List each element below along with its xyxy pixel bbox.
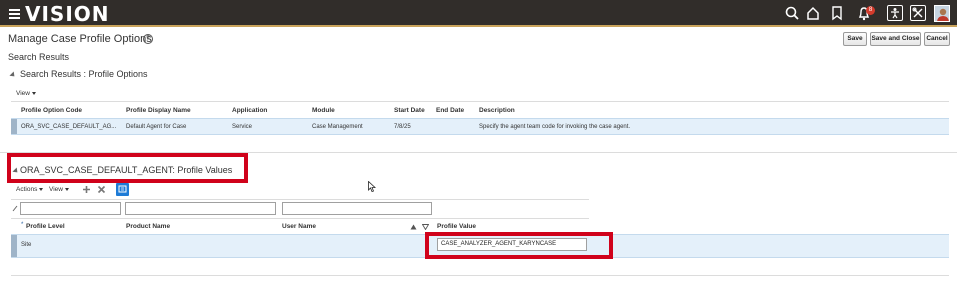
- chevron-down-icon: [31, 91, 36, 95]
- column-header-start-date[interactable]: Start Date: [394, 107, 425, 114]
- column-header-profile-level[interactable]: Profile Level: [26, 223, 65, 230]
- actions-menu-label: Actions: [16, 186, 38, 193]
- divider: [11, 199, 589, 200]
- add-icon[interactable]: [82, 185, 91, 196]
- cell-description: Specify the agent team code for invoking…: [479, 124, 631, 130]
- hamburger-menu-icon[interactable]: [9, 9, 20, 19]
- search-icon[interactable]: [785, 4, 799, 22]
- view-menu[interactable]: View: [16, 90, 36, 97]
- page-title: Manage Case Profile Options: [8, 33, 152, 45]
- sort-ascending-icon[interactable]: [410, 224, 417, 232]
- mouse-cursor-icon: [368, 180, 377, 194]
- brand-logo: VISION: [25, 2, 110, 26]
- column-header-application[interactable]: Application: [232, 107, 267, 114]
- cell-application: Service: [232, 124, 253, 130]
- row-selection-marker: [11, 119, 17, 134]
- divider: [11, 218, 589, 219]
- tools-icon[interactable]: [910, 5, 926, 21]
- profile-values-heading: ORA_SVC_CASE_DEFAULT_AGENT: Profile Valu…: [20, 165, 233, 175]
- view-menu-label: View: [49, 186, 63, 193]
- product-name-filter-input[interactable]: [125, 202, 276, 215]
- row-selection-marker: [11, 235, 17, 257]
- divider: [11, 101, 949, 102]
- column-header-module[interactable]: Module: [312, 107, 335, 114]
- column-header-profile-option-code[interactable]: Profile Option Code: [21, 107, 82, 114]
- cell-start-date: 7/8/25: [394, 124, 411, 130]
- cell-module: Case Management: [312, 124, 363, 130]
- cell-profile-display-name: Default Agent for Case: [126, 124, 187, 130]
- divider: [11, 275, 949, 276]
- chevron-down-icon: [64, 187, 69, 191]
- filter-pencil-icon: [12, 205, 18, 214]
- chevron-down-icon: [39, 187, 44, 191]
- favorites-icon[interactable]: [830, 4, 844, 22]
- actions-menu[interactable]: Actions: [16, 186, 44, 193]
- save-button[interactable]: Save: [843, 32, 867, 46]
- column-header-end-date[interactable]: End Date: [436, 107, 464, 114]
- column-header-description[interactable]: Description: [479, 107, 515, 114]
- cancel-button[interactable]: Cancel: [924, 32, 950, 46]
- query-by-example-icon[interactable]: [116, 183, 129, 196]
- top-bar: VISION 8: [0, 0, 957, 27]
- column-header-product-name[interactable]: Product Name: [126, 223, 170, 230]
- user-avatar[interactable]: [934, 5, 950, 22]
- help-icon[interactable]: ?: [143, 34, 153, 44]
- column-header-user-name[interactable]: User Name: [282, 223, 316, 230]
- search-results-heading: Search Results: [8, 52, 70, 62]
- cell-profile-option-code[interactable]: ORA_SVC_CASE_DEFAULT_AG...: [21, 124, 116, 130]
- sort-descending-icon[interactable]: [421, 224, 430, 232]
- required-marker: *: [21, 222, 24, 228]
- column-header-profile-value[interactable]: Profile Value: [437, 223, 476, 230]
- collapse-search-results-icon[interactable]: [9, 71, 17, 79]
- accessibility-icon[interactable]: [887, 5, 903, 21]
- save-and-close-button[interactable]: Save and Close: [870, 32, 921, 46]
- profile-level-filter-input[interactable]: [20, 202, 121, 215]
- delete-icon[interactable]: [97, 185, 106, 196]
- user-name-filter-input[interactable]: [282, 202, 432, 215]
- cell-profile-level: Site: [21, 242, 32, 248]
- column-header-profile-display-name[interactable]: Profile Display Name: [126, 107, 191, 114]
- view-menu[interactable]: View: [49, 186, 69, 193]
- view-menu-label: View: [16, 90, 30, 97]
- home-icon[interactable]: [806, 4, 820, 22]
- notification-count-badge: 8: [866, 6, 875, 15]
- profile-value-input[interactable]: CASE_ANALYZER_AGENT_KARYNCASE: [437, 238, 587, 251]
- search-results-subheading: Search Results : Profile Options: [20, 69, 148, 79]
